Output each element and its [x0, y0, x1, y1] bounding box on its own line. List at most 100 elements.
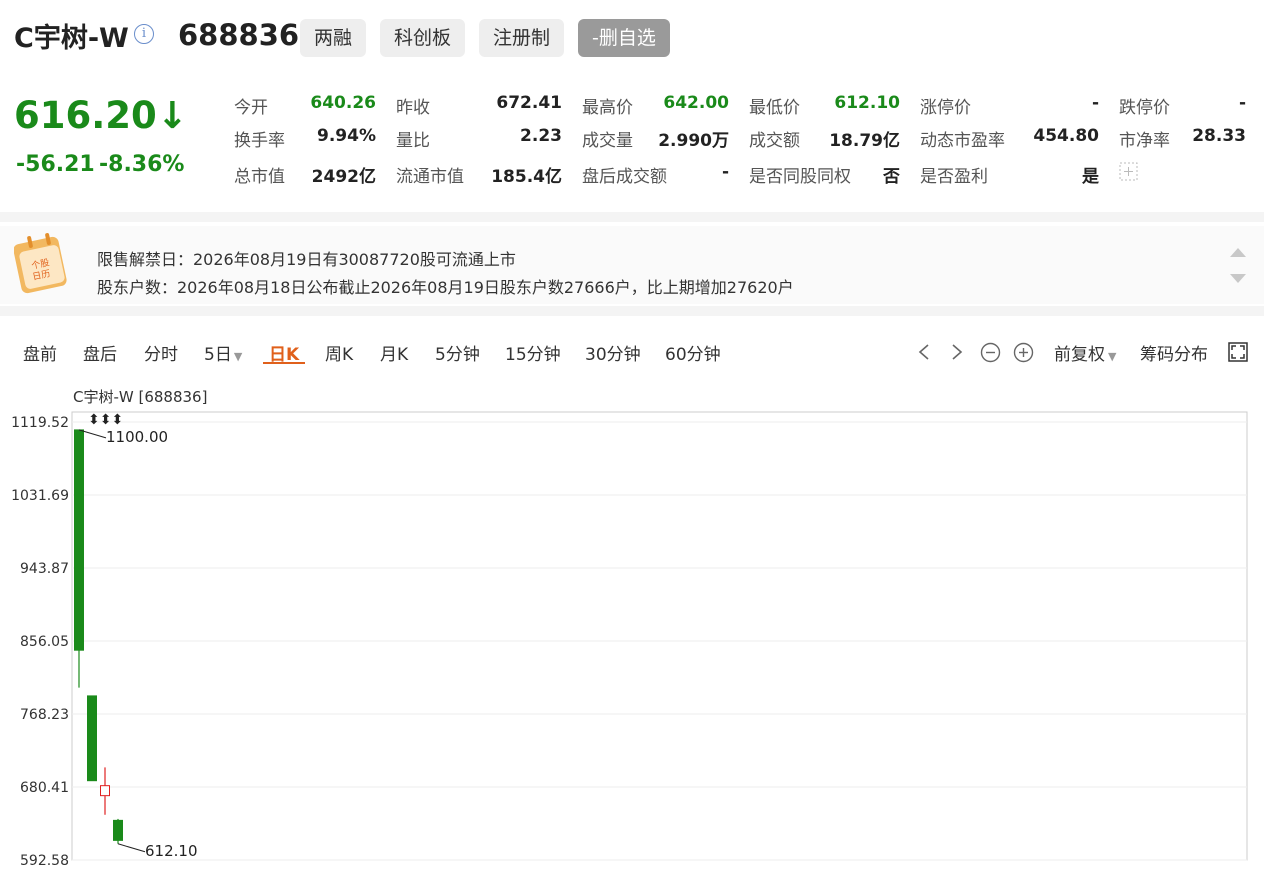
- y-tick-label: 592.58: [20, 853, 69, 869]
- turnover-label: 换手率: [234, 131, 285, 151]
- amount-value: 18.79亿: [829, 131, 900, 151]
- market-cap-label: 总市值: [234, 167, 285, 187]
- chevron-down-icon: ▼: [233, 350, 243, 363]
- pe-value: 454.80: [1033, 126, 1099, 146]
- kline-chart-area[interactable]: C宇树-W [688836] 1119.52 1031.69 943.87 856.0…: [0, 378, 1264, 869]
- lockup-expiry-notice[interactable]: 限售解禁日：2026年08月19日有30087720股可流通上市: [97, 246, 516, 270]
- low-value: 612.10: [834, 93, 900, 113]
- current-price: 616.20↓: [14, 94, 188, 137]
- expand-plus-icon[interactable]: [1119, 162, 1138, 181]
- chart-toolbar: 盘前 盘后 分时 5日 ▼ 日K 周K 月K 5分钟 15分钟 30分钟 60分钟…: [0, 318, 1264, 378]
- y-tick-label: 943.87: [20, 561, 69, 577]
- volume-value: 2.990万: [658, 131, 729, 151]
- tab-60min[interactable]: 60分钟: [665, 340, 721, 365]
- zoom-in-icon[interactable]: [1013, 342, 1034, 363]
- stock-header: C宇树-W i 688836 两融 科创板 注册制 -删自选: [0, 0, 1264, 76]
- info-icon[interactable]: i: [134, 24, 154, 44]
- y-tick-label: 768.23: [20, 707, 69, 723]
- chevron-left-icon[interactable]: [916, 342, 932, 362]
- limit-up-label: 涨停价: [920, 98, 971, 118]
- tab-5min[interactable]: 5分钟: [435, 340, 480, 365]
- annotations: 1100.00 612.10: [78, 428, 198, 860]
- same-rights-label: 是否同股同权: [749, 167, 851, 187]
- volume-label: 成交量: [582, 131, 633, 151]
- candle-body: [100, 785, 110, 797]
- y-axis: 1119.52 1031.69 943.87 856.05 768.23 680.41 59…: [11, 415, 69, 869]
- float-cap-label: 流通市值: [396, 167, 464, 187]
- high-label: 最高价: [582, 98, 633, 118]
- chart-grid: [71, 411, 1248, 861]
- stock-name: C宇树-W: [14, 23, 129, 54]
- candle-body: [74, 429, 84, 651]
- scroll-down-icon[interactable]: [1230, 274, 1246, 283]
- candle-body: [113, 819, 123, 841]
- active-tab-underline: [263, 362, 305, 364]
- tag-margin-trading[interactable]: 两融: [300, 19, 367, 57]
- after-hours-amount-value: -: [721, 162, 729, 182]
- stock-code: 688836: [178, 18, 300, 52]
- y-tick-label: 680.41: [20, 780, 69, 796]
- float-cap-value: 185.4亿: [491, 167, 562, 187]
- tab-afterhours[interactable]: 盘后: [83, 340, 117, 365]
- quote-panel: 616.20↓ -56.21 -8.36% 今开 640.26 昨收 672.4…: [0, 76, 1264, 210]
- same-rights-value: 否: [883, 167, 900, 187]
- amount-label: 成交额: [749, 131, 800, 151]
- limit-up-value: -: [1091, 93, 1099, 113]
- kline-chart[interactable]: C宇树-W [688836] 1119.52 1031.69 943.87 856.0…: [0, 378, 1264, 869]
- zoom-out-icon[interactable]: [980, 342, 1001, 363]
- tab-15min[interactable]: 15分钟: [505, 340, 561, 365]
- y-tick-label: 856.05: [20, 634, 69, 650]
- chevron-down-icon: ▼: [1108, 350, 1117, 363]
- tab-intraday[interactable]: 分时: [144, 340, 178, 365]
- low-label: 最低价: [749, 98, 800, 118]
- profitable-value: 是: [1082, 167, 1099, 187]
- notice-bar: 个股 日历 限售解禁日：2026年08月19日有30087720股可流通上市 股…: [0, 226, 1264, 304]
- volume-ratio-value: 2.23: [520, 126, 562, 146]
- profitable-label: 是否盈利: [920, 167, 988, 187]
- scroll-up-icon[interactable]: [1230, 248, 1246, 257]
- open-value: 640.26: [310, 93, 376, 113]
- adjust-label: 前复权: [1054, 345, 1105, 365]
- price-change-percent: -8.36%: [99, 152, 185, 177]
- candle-body: [87, 695, 97, 782]
- market-cap-value: 2492亿: [311, 167, 376, 187]
- volume-ratio-label: 量比: [396, 131, 430, 151]
- tab-5day[interactable]: 5日 ▼: [204, 340, 242, 365]
- tab-weekly-k[interactable]: 周K: [325, 340, 353, 365]
- chip-distribution-button[interactable]: 筹码分布: [1140, 340, 1208, 365]
- pb-value: 28.33: [1192, 126, 1246, 146]
- prev-close-value: 672.41: [496, 93, 562, 113]
- tab-premarket[interactable]: 盘前: [23, 340, 57, 365]
- high-value: 642.00: [663, 93, 729, 113]
- annotation-label: 1100.00: [106, 428, 168, 446]
- calendar-icon: 个股 日历: [14, 233, 67, 294]
- adjust-dropdown[interactable]: 前复权 ▼: [1054, 340, 1116, 365]
- pb-label: 市净率: [1119, 131, 1170, 151]
- after-hours-amount-label: 盘后成交额: [582, 167, 667, 187]
- open-label: 今开: [234, 98, 268, 118]
- chart-title: C宇树-W [688836]: [73, 388, 207, 406]
- section-divider: [0, 212, 1264, 222]
- tag-star-market[interactable]: 科创板: [380, 19, 466, 57]
- tab-monthly-k[interactable]: 月K: [380, 340, 408, 365]
- tag-registration[interactable]: 注册制: [479, 19, 565, 57]
- fullscreen-icon[interactable]: [1228, 342, 1248, 362]
- price-change: -56.21: [16, 152, 95, 177]
- chevron-right-icon[interactable]: [949, 342, 965, 362]
- prev-close-label: 昨收: [396, 98, 430, 118]
- remove-watchlist-button[interactable]: -删自选: [578, 19, 670, 57]
- tab-5day-label: 5日: [204, 345, 232, 365]
- y-tick-label: 1031.69: [11, 488, 69, 504]
- limit-down-label: 跌停价: [1119, 98, 1170, 118]
- limit-up-markers: ⬍⬍⬍: [88, 412, 123, 428]
- pe-label: 动态市盈率: [920, 131, 1005, 151]
- plot-frame: [71, 411, 1248, 861]
- turnover-value: 9.94%: [317, 126, 376, 146]
- limit-down-value: -: [1238, 93, 1246, 113]
- y-tick-label: 1119.52: [11, 415, 69, 431]
- annotation-label: 612.10: [145, 842, 198, 860]
- tab-30min[interactable]: 30分钟: [585, 340, 641, 365]
- shareholder-count-notice[interactable]: 股东户数：2026年08月18日公布截止2026年08月19日股东户数27666…: [97, 274, 794, 298]
- section-divider-2: [0, 306, 1264, 316]
- annotation-leader: [117, 843, 146, 853]
